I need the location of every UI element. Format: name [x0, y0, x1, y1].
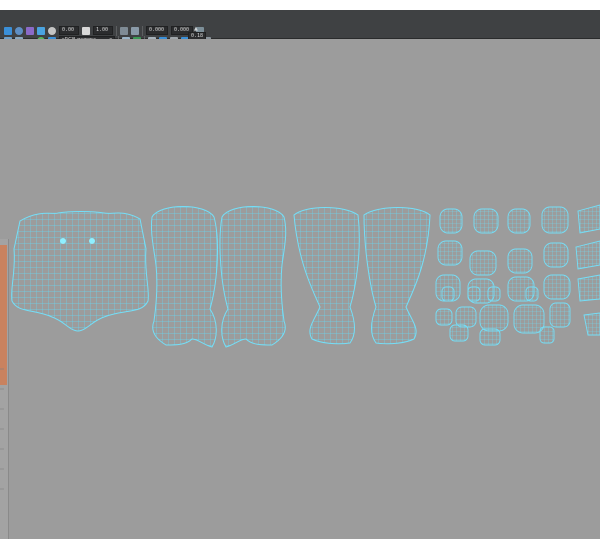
field-c-input[interactable]: 0.000 [146, 26, 168, 35]
exposure-icon[interactable] [82, 26, 90, 35]
ruler-ticks [0, 368, 4, 490]
uv-shell-arm-right[interactable] [219, 206, 287, 348]
uv-shell-torso[interactable] [11, 211, 149, 332]
uv-shell-leg-right[interactable] [363, 207, 431, 345]
uv-shell-leg-left[interactable] [293, 207, 360, 345]
texel-density-icon[interactable] [37, 26, 45, 35]
paint-select-icon[interactable] [26, 26, 34, 35]
lasso-icon[interactable] [15, 26, 23, 35]
uv-shell-partial-right[interactable] [575, 204, 600, 336]
gear-icon[interactable] [48, 26, 56, 35]
uv-shell-arm-left[interactable] [151, 206, 218, 348]
field-a-input[interactable]: 0.00 [59, 26, 79, 35]
window-top-strip [0, 0, 600, 10]
checker-icon[interactable] [120, 26, 128, 35]
display-icon[interactable] [131, 26, 139, 35]
uv-select-icon[interactable] [4, 26, 12, 35]
separator [142, 25, 143, 36]
uv-viewport[interactable] [0, 39, 600, 539]
separator [116, 25, 117, 36]
uv-editor-toolbar: 0.00 1.00 0.000 0.000 sRGB gamma ▾ ▲ [0, 10, 600, 46]
uv-wireframe-canvas[interactable] [0, 39, 600, 500]
field-b-input[interactable]: 1.00 [93, 26, 113, 35]
uv-shell-small-part-grid[interactable] [435, 206, 571, 346]
